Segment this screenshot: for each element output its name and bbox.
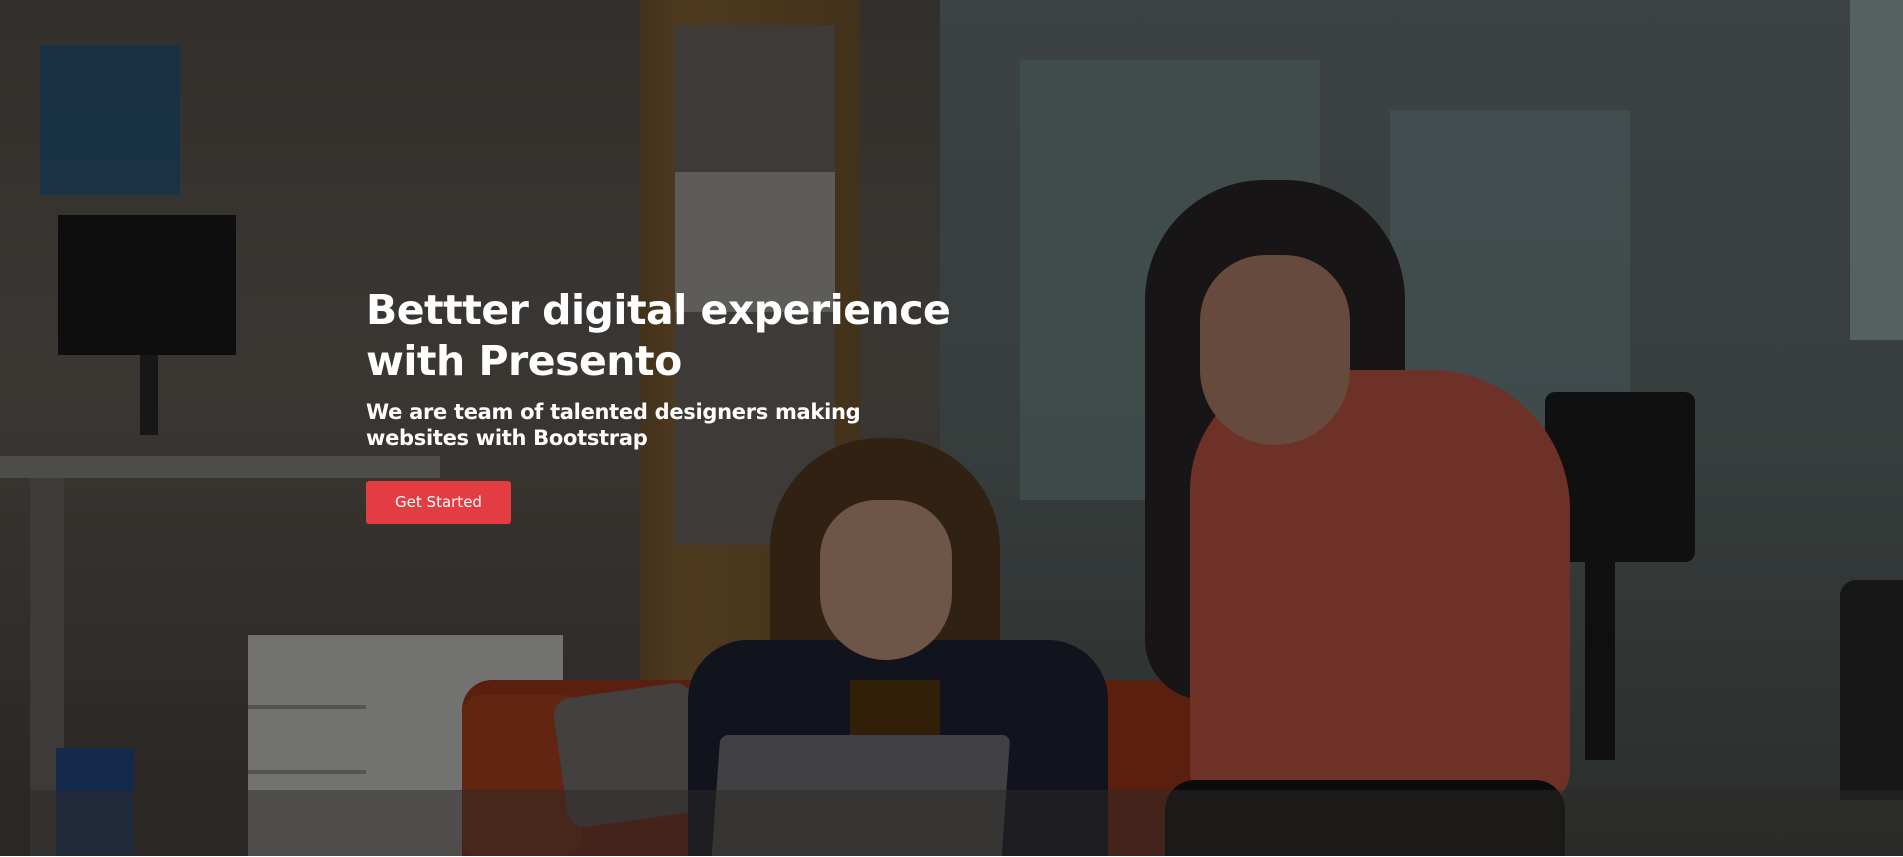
get-started-button[interactable]: Get Started <box>366 481 511 524</box>
hero-title-line-2: with Presento <box>366 337 682 385</box>
hero-section: Bettter digital experience with Presento … <box>0 0 1903 857</box>
hero-title: Bettter digital experience with Presento <box>366 285 966 387</box>
hero-subtitle: We are team of talented designers making… <box>366 400 861 450</box>
hero-title-line-1: Bettter digital experience <box>366 286 951 334</box>
hero-content: Bettter digital experience with Presento … <box>366 285 966 524</box>
